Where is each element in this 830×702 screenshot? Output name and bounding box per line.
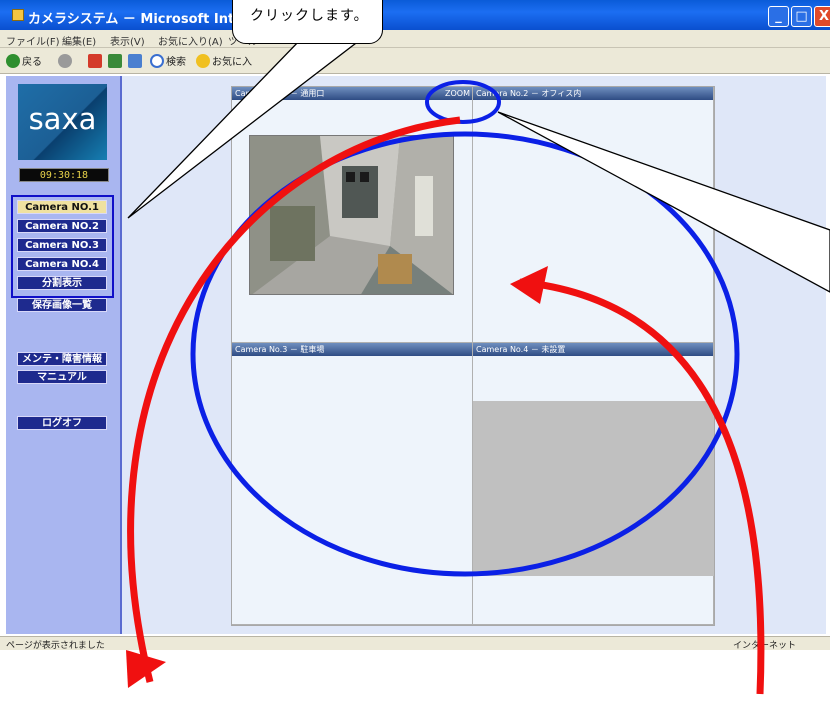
callout-box: クリックします。 [232, 0, 383, 44]
camera-1-button[interactable]: Camera NO.1 [17, 200, 107, 214]
camera-1-panel: Camera No.1 － 通用口 ZOOM [232, 87, 473, 343]
status-text: ページが表示されました [6, 641, 105, 651]
camera-2-title: Camera No.2 － オフィス内 [476, 89, 582, 98]
minimize-button[interactable]: _ [768, 6, 789, 27]
camera-3-title: Camera No.3 － 駐車場 [235, 345, 325, 354]
saxa-logo: saxa [18, 84, 107, 160]
camera-2-header: Camera No.2 － オフィス内 [473, 87, 713, 100]
camera-4-header: Camera No.4 － 未設置 [473, 343, 713, 356]
camera-2-panel: Camera No.2 － オフィス内 [473, 87, 714, 343]
split-view-button[interactable]: 分割表示 [17, 276, 107, 290]
camera-3-panel: Camera No.3 － 駐車場 [232, 343, 473, 625]
menu-file[interactable]: ファイル(F) [6, 33, 60, 48]
stop-icon[interactable] [88, 54, 102, 68]
menu-favorites[interactable]: お気に入り(A) [158, 33, 223, 48]
camera-3-button[interactable]: Camera NO.3 [17, 238, 107, 252]
internet-zone-text: インターネット [733, 641, 797, 651]
favorites-button[interactable]: お気に入 [212, 53, 252, 68]
camera-4-no-signal-area [473, 401, 714, 576]
camera-4-button[interactable]: Camera NO.4 [17, 257, 107, 271]
sidebar: saxa 09:30:18 Camera NO.1 Camera NO.2 Ca… [6, 76, 122, 634]
menu-view[interactable]: 表示(V) [110, 33, 145, 48]
office-corridor-photo [250, 136, 453, 294]
callout-text: クリックします。 [250, 8, 369, 24]
forward-arrow-icon[interactable] [58, 54, 72, 68]
manual-button[interactable]: マニュアル [17, 370, 107, 384]
app-icon [12, 9, 24, 21]
saved-images-button[interactable]: 保存画像一覧 [17, 298, 107, 312]
back-arrow-icon[interactable] [6, 54, 20, 68]
menu-bar: ファイル(F) 編集(E) 表示(V) お気に入り(A) ツール [0, 30, 830, 48]
camera-4-panel: Camera No.4 － 未設置 [473, 343, 714, 625]
maintenance-info-button[interactable]: メンテ・障害情報 [17, 352, 107, 366]
page-viewport: saxa 09:30:18 Camera NO.1 Camera NO.2 Ca… [6, 76, 826, 634]
close-button[interactable]: X [814, 6, 830, 27]
camera-grid: Camera No.1 － 通用口 ZOOM Camera No.2 － オフィ… [231, 86, 715, 626]
clock-display: 09:30:18 [19, 168, 109, 182]
red-arrow-left-head [126, 650, 166, 688]
camera-1-header: Camera No.1 － 通用口 ZOOM [232, 87, 472, 100]
search-button[interactable]: 検索 [166, 53, 186, 68]
camera-1-title: Camera No.1 － 通用口 [235, 89, 325, 98]
maximize-button[interactable]: □ [791, 6, 812, 27]
browser-window: カメラシステム － Microsoft Internet _ □ X ファイル(… [0, 0, 830, 702]
home-icon[interactable] [128, 54, 142, 68]
logoff-button[interactable]: ログオフ [17, 416, 107, 430]
camera-4-title: Camera No.4 － 未設置 [476, 345, 566, 354]
search-icon[interactable] [150, 54, 164, 68]
refresh-icon[interactable] [108, 54, 122, 68]
camera-3-header: Camera No.3 － 駐車場 [232, 343, 472, 356]
back-button[interactable]: 戻る [22, 53, 42, 68]
camera-2-button[interactable]: Camera NO.2 [17, 219, 107, 233]
favorites-star-icon[interactable] [196, 54, 210, 68]
menu-edit[interactable]: 編集(E) [62, 33, 96, 48]
title-bar: カメラシステム － Microsoft Internet _ □ X [0, 0, 830, 30]
zoom-button[interactable]: ZOOM [445, 87, 470, 100]
toolbar: 戻る 検索 お気に入 [0, 48, 830, 74]
main-content: Camera No.1 － 通用口 ZOOM Camera No.2 － オフィ… [122, 76, 826, 634]
status-bar: ページが表示されました インターネット [0, 636, 830, 651]
camera-1-snapshot-image[interactable] [249, 135, 454, 295]
